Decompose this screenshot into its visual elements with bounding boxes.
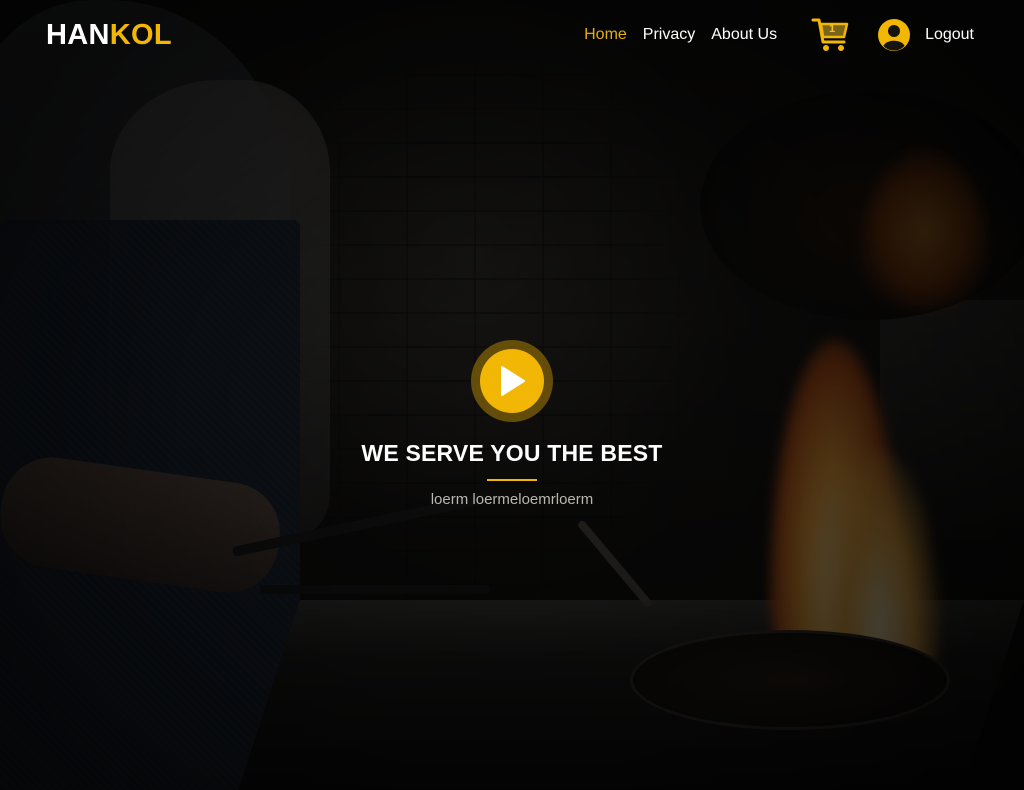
play-icon [501,366,525,396]
nav-links: Home Privacy About Us [584,26,777,44]
brand-part-1: HAN [46,18,110,51]
nav-link-about-us[interactable]: About Us [711,26,777,44]
navbar: HAN KOL Home Privacy About Us 1 Logout [0,0,1024,70]
nav-link-privacy[interactable]: Privacy [643,26,695,44]
nav-right: Home Privacy About Us 1 Logout [584,15,974,55]
hero-section: WE SERVE YOU THE BEST loerm loermeloemrl… [0,340,1024,508]
cart-button[interactable]: 1 [811,15,851,55]
logout-label: Logout [925,26,974,43]
title-divider [487,479,537,481]
hero-subtitle: loerm loermeloemrloerm [430,491,594,508]
cart-count-badge: 1 [829,23,836,35]
brand-logo[interactable]: HAN KOL [46,19,172,52]
play-button-inner [480,349,544,413]
nav-link-home[interactable]: Home [584,26,627,44]
logout-button[interactable]: Logout [877,18,974,52]
brand-part-2: KOL [109,18,172,51]
user-avatar-icon [878,19,911,51]
play-video-button[interactable] [471,340,553,422]
hero-title: WE SERVE YOU THE BEST [361,440,663,466]
